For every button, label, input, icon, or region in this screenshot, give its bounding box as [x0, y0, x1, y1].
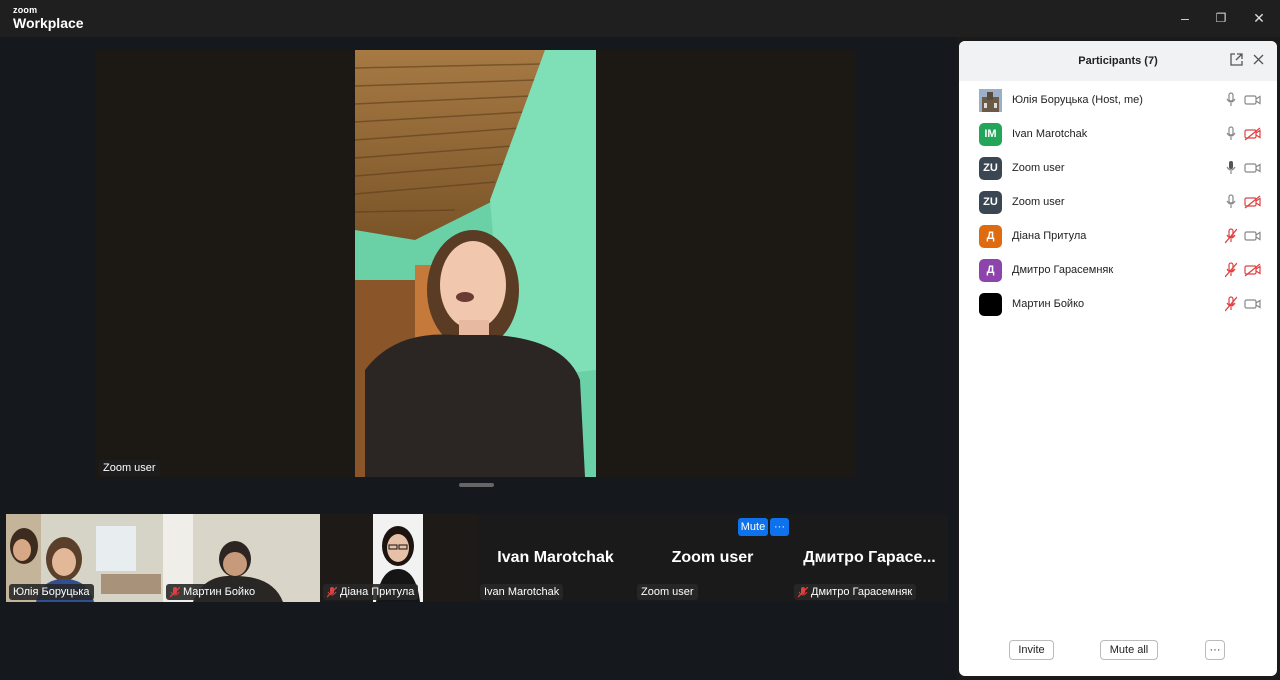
- thumbnail-name-tag: Zoom user: [637, 584, 698, 600]
- thumbnail-tile[interactable]: Юлія Боруцька: [6, 514, 163, 602]
- mic-icon[interactable]: [1225, 160, 1237, 176]
- participant-row[interactable]: Юлія Боруцька (Host, me): [959, 83, 1277, 117]
- participant-name: Zoom user: [1012, 162, 1065, 174]
- close-window-button[interactable]: ✕: [1248, 8, 1270, 28]
- mic-muted-icon: [798, 586, 808, 597]
- participant-name: Ivan Marotchak: [484, 586, 560, 598]
- avatar: ZU: [979, 190, 1002, 214]
- video-icon[interactable]: [1244, 229, 1262, 243]
- thumbnail-name-tag: Мартин Бойко: [166, 584, 260, 600]
- thumbnail-tile[interactable]: Діана Притула: [320, 514, 477, 602]
- video-off-icon[interactable]: [1244, 195, 1262, 209]
- video-stage: Zoom user Юлія Боруцька Мартин Бойко Діа…: [0, 37, 957, 680]
- participant-name: Діана Притула: [1012, 230, 1087, 242]
- popout-icon[interactable]: [1228, 53, 1244, 69]
- participant-name: Діана Притула: [340, 586, 415, 598]
- restore-button[interactable]: ❐: [1210, 8, 1232, 28]
- thumbnail-tile[interactable]: Zoom user Mute ··· Zoom user: [634, 514, 791, 602]
- title-bar: zoom Workplace – ❐ ✕: [0, 0, 1280, 37]
- invite-button[interactable]: Invite: [1009, 640, 1054, 660]
- participant-name: Zoom user: [641, 586, 694, 598]
- participant-row[interactable]: Д Діана Притула: [959, 219, 1277, 253]
- more-options-button[interactable]: ···: [770, 518, 789, 536]
- mic-muted-icon[interactable]: [1224, 296, 1238, 312]
- participant-row[interactable]: Д Дмитро Гарасемняк: [959, 253, 1277, 287]
- zoom-workplace-logo: zoom Workplace: [13, 5, 84, 31]
- thumbnail-name-tag: Юлія Боруцька: [9, 584, 94, 600]
- mic-muted-icon: [327, 586, 337, 597]
- participants-panel: Participants (7) Юлія Боруцька (Host, me…: [959, 41, 1277, 676]
- resize-handle[interactable]: [459, 483, 494, 487]
- mic-muted-icon: [170, 586, 180, 597]
- mute-all-button[interactable]: Mute all: [1100, 640, 1158, 660]
- participants-list: Юлія Боруцька (Host, me) IM Ivan Marotchak…: [959, 83, 1277, 321]
- thumbnail-name-tag: Дмитро Гарасемняк: [794, 584, 917, 600]
- thumbnail-name-tag: Ivan Marotchak: [480, 584, 564, 600]
- thumbnail-name-tag: Діана Притула: [323, 584, 419, 600]
- participants-title: Participants (7): [1078, 55, 1158, 67]
- participant-name: Дмитро Гарасемняк: [1012, 264, 1114, 276]
- avatar: Д: [979, 258, 1002, 282]
- avatar: [979, 88, 1002, 112]
- participant-row[interactable]: Мартин Бойко: [959, 287, 1277, 321]
- logo-line1: zoom: [13, 5, 38, 15]
- participant-name: Ivan Marotchak: [1012, 128, 1088, 140]
- more-button[interactable]: ···: [1205, 640, 1225, 660]
- mic-muted-icon[interactable]: [1224, 262, 1238, 278]
- video-off-icon[interactable]: [1244, 127, 1262, 141]
- participant-row[interactable]: ZU Zoom user: [959, 185, 1277, 219]
- participants-footer: Invite Mute all ···: [959, 624, 1277, 676]
- participant-row[interactable]: IM Ivan Marotchak: [959, 117, 1277, 151]
- avatar: Д: [979, 224, 1002, 248]
- participant-name: Дмитро Гарасемняк: [811, 586, 913, 598]
- mute-button[interactable]: Mute: [738, 518, 768, 536]
- mic-icon[interactable]: [1225, 92, 1237, 108]
- avatar: [979, 292, 1002, 316]
- thumbnail-tile[interactable]: Мартин Бойко: [163, 514, 320, 602]
- avatar: ZU: [979, 156, 1002, 180]
- video-icon[interactable]: [1244, 161, 1262, 175]
- participant-name: Мартин Бойко: [1012, 298, 1085, 310]
- thumbnail-tile[interactable]: Ivan Marotchak Ivan Marotchak: [477, 514, 634, 602]
- video-icon[interactable]: [1244, 297, 1262, 311]
- active-speaker-name: Zoom user: [99, 460, 160, 476]
- thumbnail-tile[interactable]: Дмитро Гарасе... Дмитро Гарасемняк: [791, 514, 948, 602]
- logo-line2: Workplace: [13, 15, 84, 31]
- minimize-button[interactable]: –: [1174, 8, 1196, 28]
- participant-name: Юлія Боруцька: [13, 586, 90, 598]
- participant-row[interactable]: ZU Zoom user: [959, 151, 1277, 185]
- participant-name: Zoom user: [1012, 196, 1065, 208]
- mic-icon[interactable]: [1225, 194, 1237, 210]
- mic-icon[interactable]: [1225, 126, 1237, 142]
- avatar: IM: [979, 122, 1002, 146]
- video-off-icon[interactable]: [1244, 263, 1262, 277]
- participant-name: Юлія Боруцька (Host, me): [1012, 94, 1143, 106]
- participants-header: Participants (7): [959, 41, 1277, 81]
- participant-name: Мартин Бойко: [183, 586, 256, 598]
- mic-muted-icon[interactable]: [1224, 228, 1238, 244]
- video-icon[interactable]: [1244, 93, 1262, 107]
- close-icon[interactable]: [1250, 53, 1266, 69]
- speaker-video-feed: [355, 50, 596, 477]
- active-speaker-video[interactable]: Zoom user: [96, 50, 856, 477]
